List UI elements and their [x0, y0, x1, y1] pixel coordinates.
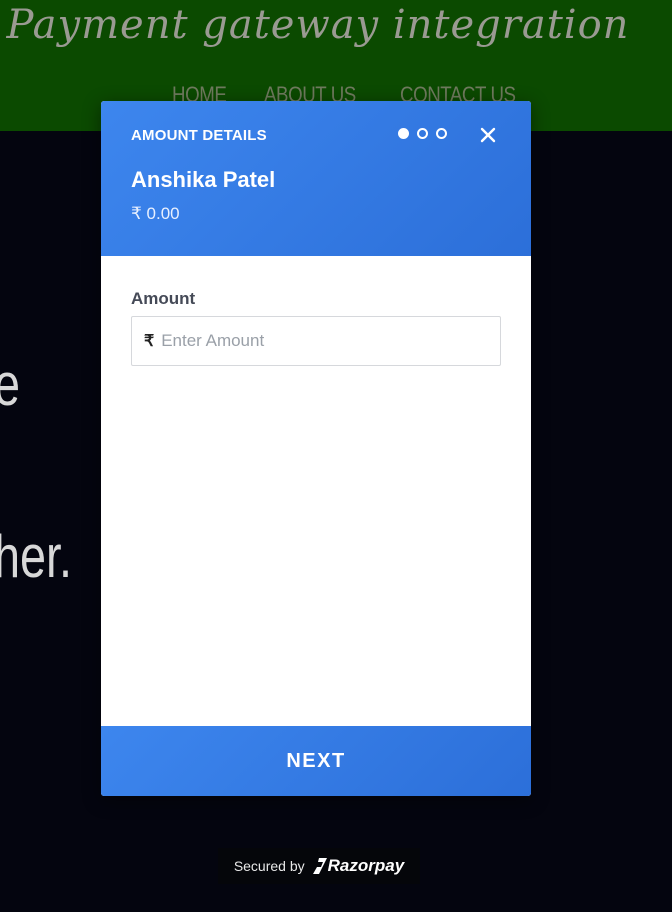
checkout-header: AMOUNT DETAILS Anshika Patel ₹ 0.00 — [101, 101, 531, 256]
razorpay-logo-icon — [312, 858, 327, 874]
step-indicator — [398, 128, 447, 139]
background-text-line: e — [0, 350, 20, 419]
merchant-name: Anshika Patel — [131, 167, 276, 192]
step-dot — [436, 128, 447, 139]
step-title: AMOUNT DETAILS — [131, 127, 267, 144]
amount-field[interactable]: ₹ — [131, 316, 501, 366]
rupee-icon: ₹ — [144, 333, 155, 350]
secured-by-text: Secured by — [233, 858, 305, 874]
razorpay-brand-text: Razorpay — [327, 856, 405, 875]
close-icon[interactable] — [478, 125, 498, 145]
header-amount: ₹ 0.00 — [131, 204, 180, 223]
step-dot-active — [398, 128, 409, 139]
step-dot — [417, 128, 428, 139]
razorpay-checkout-modal: AMOUNT DETAILS Anshika Patel ₹ 0.00 Amou… — [101, 101, 531, 796]
site-title: Payment gateway integration — [6, 2, 630, 48]
amount-input[interactable] — [159, 330, 494, 352]
amount-label: Amount — [131, 289, 196, 308]
razorpay-logo: Razorpay — [312, 856, 405, 876]
next-button[interactable]: NEXT — [101, 726, 531, 796]
background-text-line: her. — [0, 523, 73, 590]
secured-by-badge: Secured by Razorpay — [218, 848, 420, 884]
